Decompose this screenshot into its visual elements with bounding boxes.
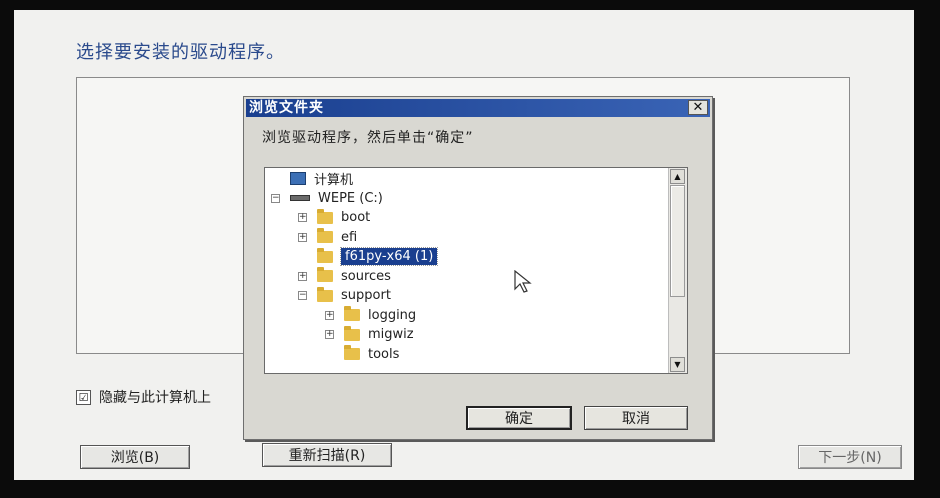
tree-item-label: logging [368,307,417,323]
tree-item[interactable]: tools [325,345,399,364]
scroll-thumb[interactable] [670,185,685,297]
mouse-cursor-icon [514,270,532,293]
folder-icon [344,306,360,321]
tree-item-label: tools [368,346,400,362]
folder-tree[interactable]: 计算机 − WEPE (C:) + boot + efi f61py-x64 (1) + sour… [264,167,688,374]
tree-item[interactable]: 计算机 [271,169,353,188]
tree-item[interactable]: − WEPE (C:) [271,189,383,208]
tree-item[interactable]: + logging [325,306,416,325]
browse-button[interactable]: 浏览(B) [80,445,190,469]
folder-icon [344,325,360,341]
folder-icon [317,208,333,224]
close-icon[interactable]: ✕ [688,100,708,115]
expand-icon[interactable]: + [298,213,307,222]
expand-icon[interactable]: + [298,232,307,242]
tree-item-label: f61py-x64 (1) [339,247,439,266]
tree-item-label: efi [341,229,358,245]
computer-icon [290,172,306,185]
rescan-button[interactable]: 重新扫描(R) [262,443,392,467]
expand-icon[interactable]: + [298,271,307,281]
installer-window: 选择要安装的驱动程序。 ☑ 隐藏与此计算机上 浏览(B) 重新扫描(R) 下一步… [14,10,914,480]
folder-icon [344,345,360,360]
hide-incompatible-checkbox[interactable]: ☑ [76,389,91,405]
tree-item-label: migwiz [368,327,414,342]
drive-icon [290,195,310,201]
tree-item[interactable]: + sources [298,267,391,286]
hide-incompatible-row[interactable]: ☑ 隐藏与此计算机上 [76,387,211,407]
tree-item-label: 计算机 [314,173,354,188]
tree-item[interactable]: − support [298,286,391,305]
tree-item-label: boot [341,210,371,225]
ok-button[interactable]: 确定 [466,406,572,430]
collapse-icon[interactable]: − [271,193,280,203]
scroll-down-icon[interactable]: ▼ [670,357,685,372]
expand-icon[interactable]: + [325,310,334,320]
tree-item[interactable]: + efi [298,228,357,247]
next-button[interactable]: 下一步(N) [798,445,902,469]
collapse-icon[interactable]: − [298,291,307,300]
tree-item[interactable]: + migwiz [325,325,414,344]
folder-icon [317,247,333,263]
tree-item[interactable]: + boot [298,208,370,227]
tree-item-label: sources [341,268,391,284]
scroll-up-icon[interactable]: ▲ [670,169,685,184]
tree-item[interactable]: f61py-x64 (1) [298,247,439,266]
dialog-title: 浏览文件夹 [249,100,324,116]
folder-icon [317,286,333,302]
cancel-button[interactable]: 取消 [584,406,688,430]
page-title: 选择要安装的驱动程序。 [76,42,285,63]
browse-folder-dialog: 浏览文件夹 ✕ 浏览驱动程序，然后单击“确定” 计算机 − WEPE (C:) + bo… [243,96,713,440]
tree-item-label: WEPE (C:) [318,190,383,206]
dialog-titlebar: 浏览文件夹 ✕ [246,99,710,117]
expand-icon[interactable]: + [325,330,334,339]
dialog-instruction: 浏览驱动程序，然后单击“确定” [262,130,474,146]
hide-incompatible-label: 隐藏与此计算机上 [99,390,211,406]
folder-icon [317,267,333,282]
tree-item-label: support [341,288,391,303]
folder-icon [317,228,333,243]
tree-scrollbar[interactable]: ▲ ▼ [668,168,687,373]
